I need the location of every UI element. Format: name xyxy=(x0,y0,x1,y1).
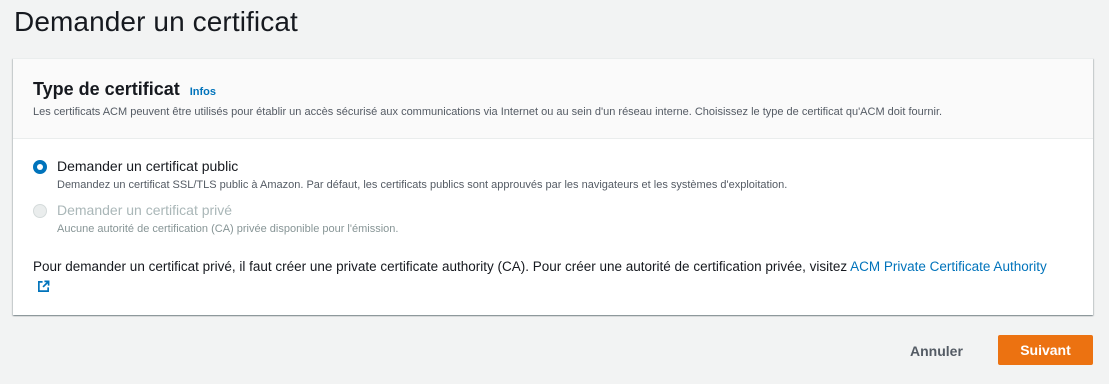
radio-option-private[interactable]: Demander un certificat privé Aucune auto… xyxy=(33,202,398,235)
radio-description-private: Aucune autorité de certification (CA) pr… xyxy=(57,223,399,235)
panel-title-row: Type de certificat Infos xyxy=(33,79,216,100)
certificate-type-panel: Type de certificat Infos Les certificats… xyxy=(13,58,1093,315)
radio-text-public: Demander un certificat public Demandez u… xyxy=(57,158,787,191)
external-link-icon[interactable] xyxy=(37,279,50,299)
panel-header: Type de certificat Infos Les certificats… xyxy=(13,59,1093,139)
next-button[interactable]: Suivant xyxy=(998,335,1093,365)
acm-private-ca-link-label[interactable]: ACM Private Certificate Authority xyxy=(850,259,1047,274)
cancel-button[interactable]: Annuler xyxy=(900,338,973,364)
page-title: Demander un certificat xyxy=(14,6,298,37)
radio-option-public[interactable]: Demander un certificat public Demandez u… xyxy=(33,158,787,191)
radio-public[interactable] xyxy=(33,160,47,174)
radio-label-private[interactable]: Demander un certificat privé xyxy=(57,202,398,218)
info-link[interactable]: Infos xyxy=(190,86,216,98)
radio-description-public: Demandez un certificat SSL/TLS public à … xyxy=(57,179,788,191)
private-ca-note-text: Pour demander un certificat privé, il fa… xyxy=(33,259,851,274)
panel-title: Type de certificat xyxy=(33,79,180,99)
radio-private[interactable] xyxy=(33,204,47,218)
radio-text-private: Demander un certificat privé Aucune auto… xyxy=(57,202,398,235)
radio-label-public[interactable]: Demander un certificat public xyxy=(57,158,787,174)
panel-description: Les certificats ACM peuvent être utilisé… xyxy=(33,106,943,118)
private-ca-note: Pour demander un certificat privé, il fa… xyxy=(33,257,1063,299)
